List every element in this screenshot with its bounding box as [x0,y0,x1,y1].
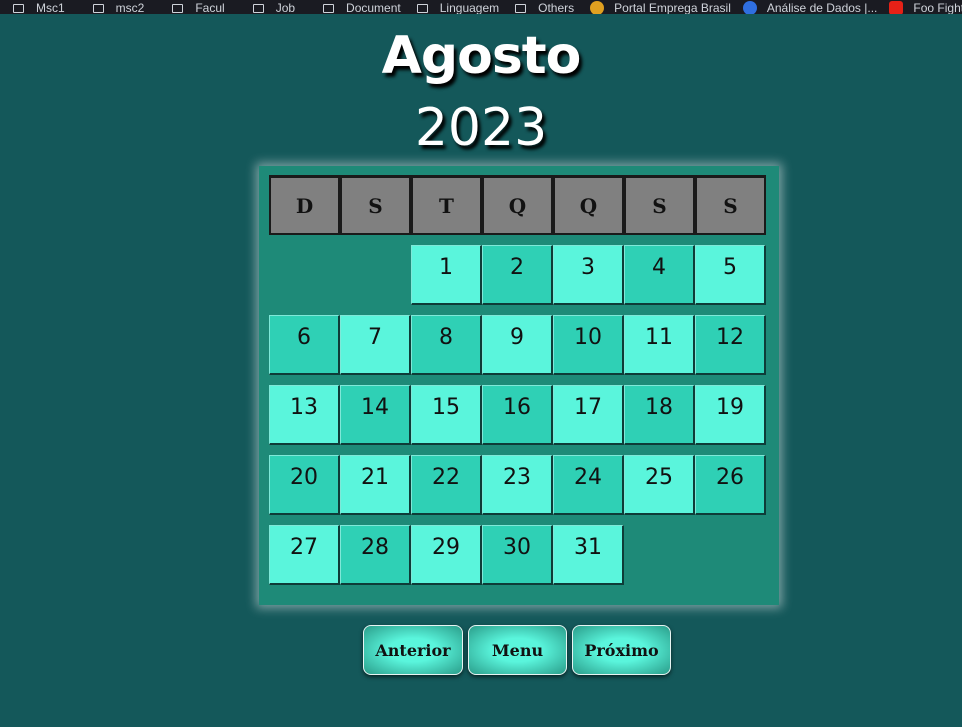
bookmark-job[interactable]: Job [252,1,296,14]
day-cell[interactable]: 8 [411,315,482,375]
day-cell[interactable]: 23 [482,455,553,515]
menu-button[interactable]: Menu [468,625,567,675]
weekday-friday: S [624,175,695,235]
calendar-week: 13 14 15 16 17 18 19 [269,385,766,445]
bookmark-foo-fighters[interactable]: Foo Fighters - Best... [889,1,962,14]
weekday-sunday: D [269,175,340,235]
day-cell[interactable]: 11 [624,315,695,375]
day-cell[interactable]: 24 [553,455,624,515]
bookmark-label: msc2 [115,1,145,14]
youtube-icon [889,1,904,14]
folder-icon [92,3,104,13]
day-cell[interactable]: 27 [269,525,340,585]
day-cell[interactable]: 19 [695,385,766,445]
bookmark-label: Document [346,1,401,14]
day-cell[interactable]: 31 [553,525,624,585]
bookmark-msc2[interactable]: msc2 [92,1,145,14]
bookmark-label: Others [538,1,575,14]
empty-day-cell [269,245,340,305]
calendar-grid: 1 2 3 4 5 6 7 8 9 10 11 12 13 14 15 16 1… [269,245,766,595]
bookmark-label: Análise de Dados |... [766,1,878,14]
day-cell[interactable]: 4 [624,245,695,305]
day-cell[interactable]: 14 [340,385,411,445]
folder-icon [13,3,24,13]
day-cell[interactable]: 25 [624,455,695,515]
month-title: Agosto [381,26,582,86]
day-cell[interactable]: 13 [269,385,340,445]
day-cell[interactable]: 26 [695,455,766,515]
day-cell[interactable]: 15 [411,385,482,445]
emprega-favicon [590,1,605,14]
day-cell[interactable]: 7 [340,315,411,375]
bookmark-linguagem[interactable]: Linguagem [416,1,500,14]
day-cell[interactable]: 28 [340,525,411,585]
day-cell[interactable]: 5 [695,245,766,305]
bookmark-msc1[interactable]: Msc1 [13,2,65,14]
day-cell[interactable]: 21 [340,455,411,515]
day-cell[interactable]: 10 [553,315,624,375]
previous-button[interactable]: Anterior [363,625,463,675]
bookmark-label: Facul [195,1,225,14]
day-cell[interactable]: 1 [411,245,482,305]
bookmarks-bar: Msc1 msc2 Facul Job Document Linguagem O… [0,0,962,14]
bookmark-analise-dados[interactable]: Análise de Dados |... [742,1,878,14]
empty-day-cell [340,245,411,305]
bookmark-document[interactable]: Document [323,2,401,14]
folder-icon [172,3,184,13]
calendar-panel: D S T Q Q S S 1 2 3 4 5 6 7 8 9 10 11 12… [259,166,779,605]
next-button[interactable]: Próximo [572,625,671,675]
calendar-week: 27 28 29 30 31 [269,525,766,585]
bookmark-label: Linguagem [439,1,500,14]
weekday-monday: S [340,175,411,235]
folder-icon [252,3,264,13]
empty-day-cell [624,525,695,585]
weekday-wednesday: Q [482,175,553,235]
weekday-saturday: S [695,175,766,235]
empty-day-cell [695,525,766,585]
folder-icon [416,3,428,13]
day-cell[interactable]: 16 [482,385,553,445]
calendar-week: 20 21 22 23 24 25 26 [269,455,766,515]
calendar-week: 6 7 8 9 10 11 12 [269,315,766,375]
day-cell[interactable]: 29 [411,525,482,585]
day-cell[interactable]: 9 [482,315,553,375]
day-cell[interactable]: 3 [553,245,624,305]
day-cell[interactable]: 30 [482,525,553,585]
day-cell[interactable]: 17 [553,385,624,445]
bookmark-label: Msc1 [36,1,65,14]
bookmark-others[interactable]: Others [515,2,574,14]
year-title: 2023 [414,98,548,158]
day-cell[interactable]: 6 [269,315,340,375]
bookmark-facul[interactable]: Facul [172,1,225,14]
folder-icon [323,3,335,13]
analise-favicon [742,1,757,14]
weekday-tuesday: T [411,175,482,235]
bookmark-label: Job [275,1,296,14]
day-cell[interactable]: 2 [482,245,553,305]
calendar-week: 1 2 3 4 5 [269,245,766,305]
bookmark-label: Foo Fighters - Best... [913,1,962,14]
navigation-buttons: Anterior Menu Próximo [363,625,676,675]
day-cell[interactable]: 12 [695,315,766,375]
folder-icon [515,3,527,13]
bookmark-label: Portal Emprega Brasil [614,1,731,14]
day-cell[interactable]: 20 [269,455,340,515]
day-cell[interactable]: 22 [411,455,482,515]
weekday-thursday: Q [553,175,624,235]
weekday-header: D S T Q Q S S [269,175,766,235]
day-cell[interactable]: 18 [624,385,695,445]
bookmark-portal-emprega[interactable]: Portal Emprega Brasil [590,1,731,14]
